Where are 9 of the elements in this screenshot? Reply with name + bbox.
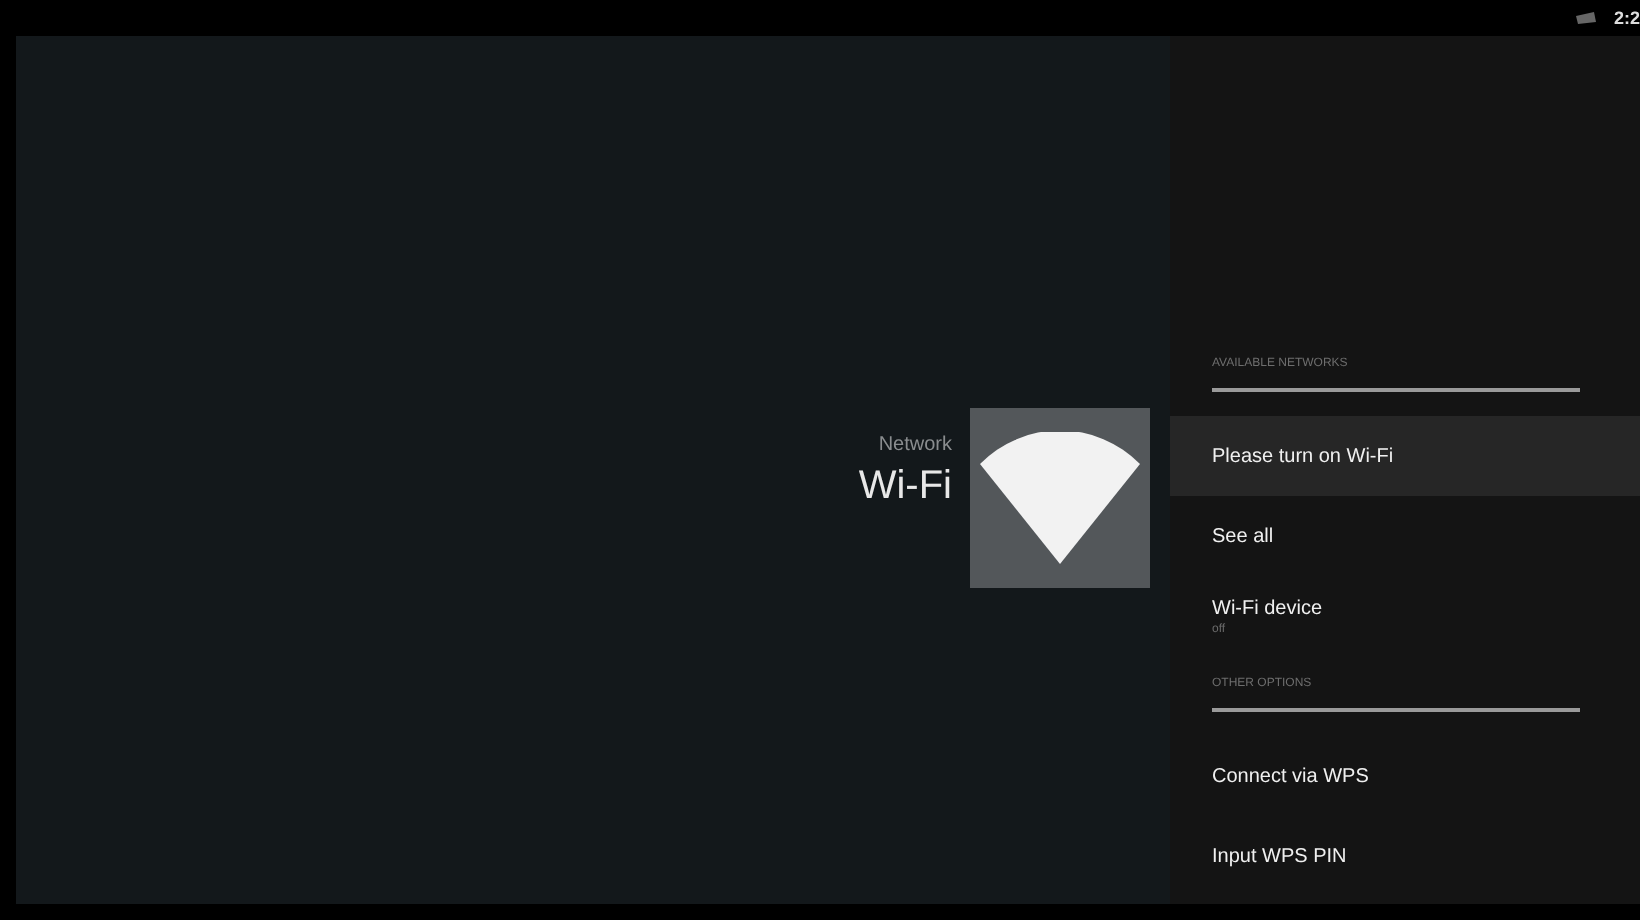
status-clock: 2:2	[1613, 8, 1640, 28]
category-label: Network	[878, 434, 952, 456]
menu-item[interactable]: Connect via WPS	[1170, 736, 1640, 816]
network-icon	[1573, 10, 1598, 26]
wifi-icon	[980, 432, 1140, 564]
page-title: Wi-Fi	[858, 464, 952, 510]
menu-item[interactable]: See all	[1170, 496, 1640, 576]
menu-item[interactable]: Input WPS PIN	[1170, 816, 1640, 896]
menu-item[interactable]: Please turn on Wi-Fi	[1170, 416, 1640, 496]
